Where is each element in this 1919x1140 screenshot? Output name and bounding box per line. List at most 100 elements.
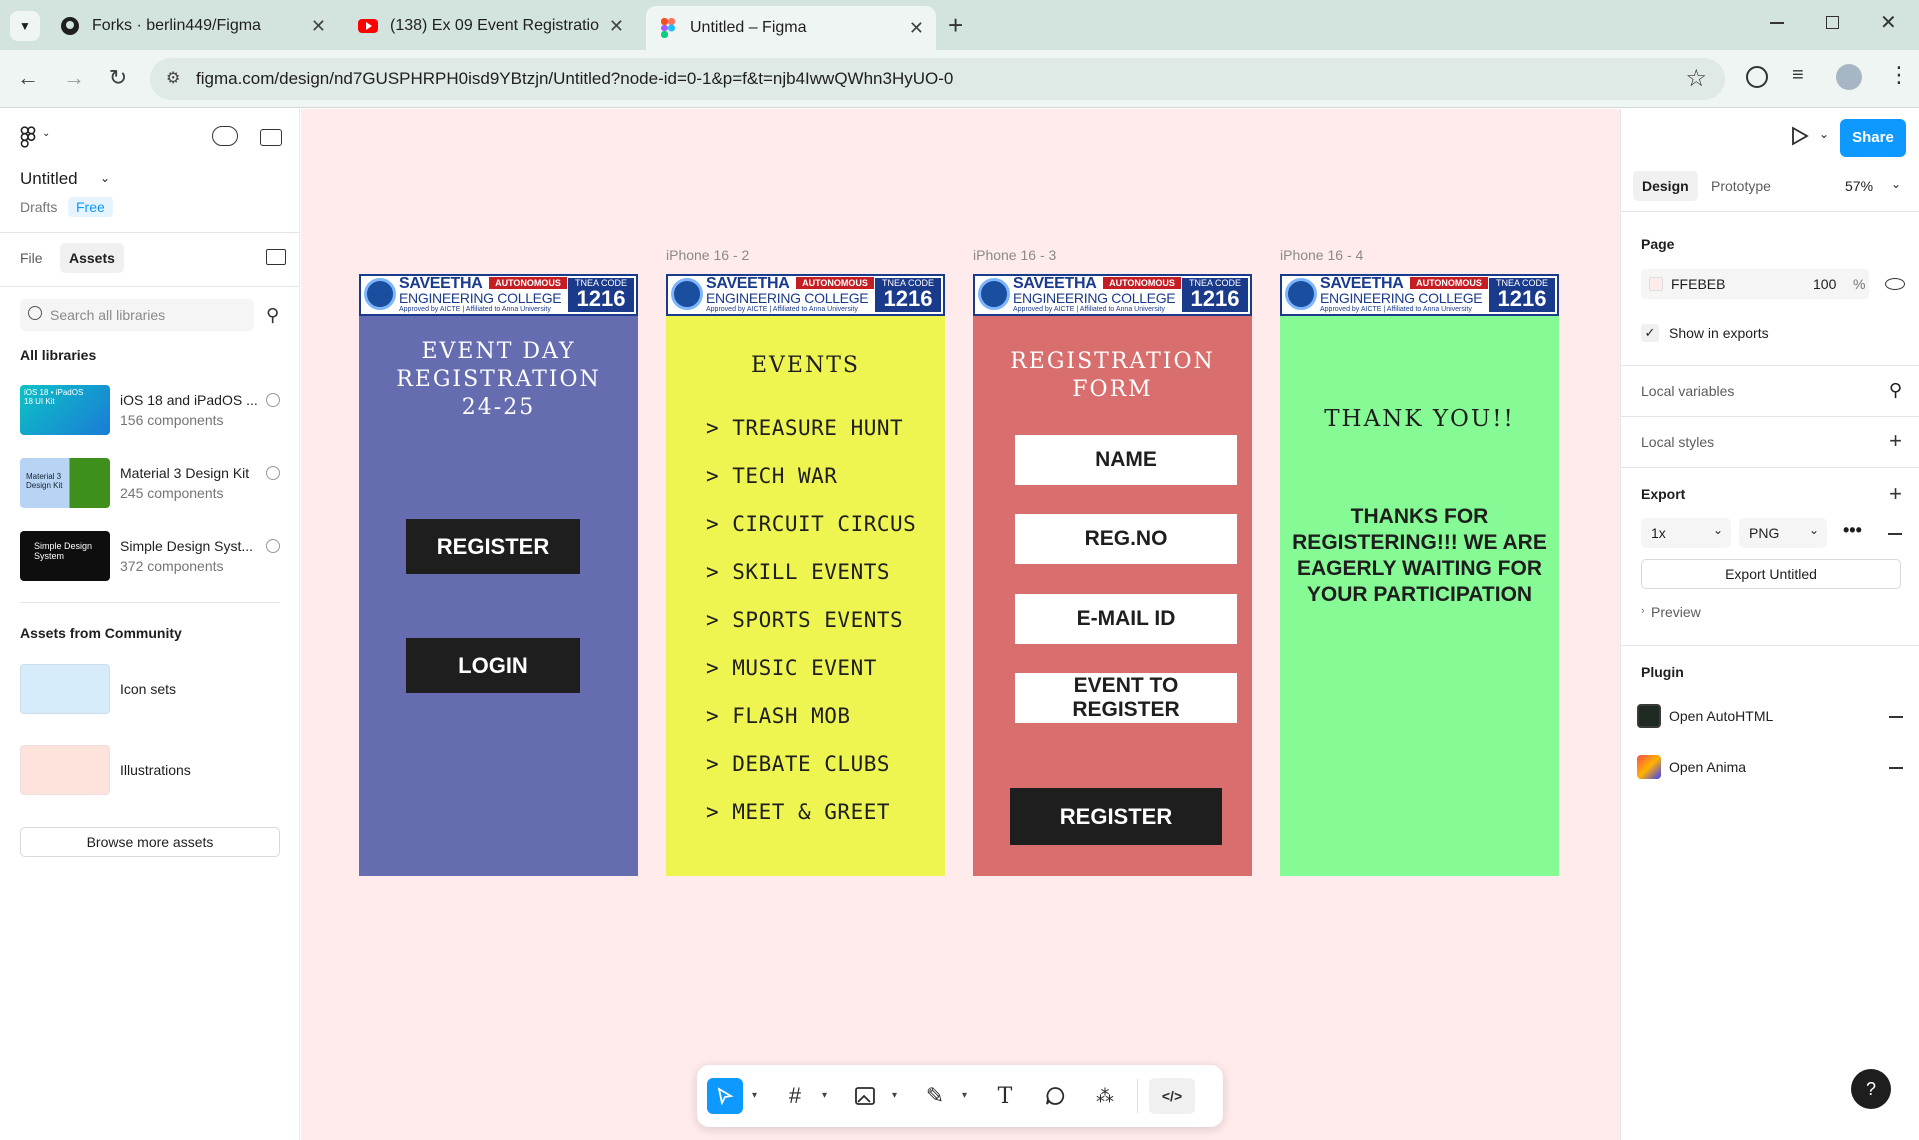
reload-button[interactable]: ↻ xyxy=(104,64,132,92)
register-button[interactable]: REGISTER xyxy=(406,519,580,574)
restore-button[interactable] xyxy=(1826,16,1839,29)
tab-youtube[interactable]: (138) Ex 09 Event Registration D ✕ xyxy=(346,6,636,46)
college-header: SAVEETHA ENGINEERING COLLEGE AUTONOMOUS A… xyxy=(359,274,638,316)
address-bar[interactable]: ⚙ figma.com/design/nd7GUSPHRPH0isd9YBtzj… xyxy=(150,58,1725,100)
share-button[interactable]: Share xyxy=(1840,119,1906,157)
help-button[interactable]: ? xyxy=(1851,1069,1891,1109)
bookmark-star-icon[interactable]: ☆ xyxy=(1685,64,1707,93)
show-in-exports-checkbox[interactable]: ✓ xyxy=(1641,324,1659,342)
page-color-input[interactable]: FFEBEB 100 % xyxy=(1641,269,1869,299)
community-item-icon-sets[interactable]: Icon sets xyxy=(20,664,280,720)
frame-registration-form[interactable]: SAVEETHA ENGINEERING COLLEGE AUTONOMOUS A… xyxy=(973,274,1252,876)
frame-label[interactable]: iPhone 16 - 4 xyxy=(1280,247,1363,263)
plugin-item[interactable]: Open Anima xyxy=(1637,755,1905,781)
pen-tool-button[interactable]: ✎ ▾ xyxy=(917,1078,967,1114)
cloud-offline-icon[interactable] xyxy=(212,126,238,146)
local-variables-section[interactable]: Local variables ⚲ xyxy=(1621,365,1919,416)
library-book-icon[interactable] xyxy=(266,249,286,265)
tab-assets[interactable]: Assets xyxy=(60,243,124,273)
close-tab-icon[interactable]: ✕ xyxy=(311,16,326,37)
actions-tool-button[interactable]: ⁂ xyxy=(1087,1078,1123,1114)
percent-sign: % xyxy=(1853,276,1866,292)
close-tab-icon[interactable]: ✕ xyxy=(909,18,924,39)
approval-text: Approved by AICTE | Affiliated to Anna U… xyxy=(399,306,551,313)
chevron-down-icon[interactable]: ⌄ xyxy=(1891,177,1901,191)
image-tool-button[interactable]: ▾ xyxy=(847,1078,897,1114)
frame-events[interactable]: SAVEETHA ENGINEERING COLLEGE AUTONOMOUS A… xyxy=(666,274,945,876)
tab-github-forks[interactable]: Forks · berlin449/Figma ✕ xyxy=(48,6,338,46)
globe-icon xyxy=(266,466,280,480)
local-styles-section[interactable]: Local styles + xyxy=(1621,416,1919,467)
toggle-sidebar-icon[interactable] xyxy=(260,129,282,146)
export-more-icon[interactable]: ••• xyxy=(1843,520,1862,541)
login-button[interactable]: LOGIN xyxy=(406,638,580,693)
present-play-icon[interactable] xyxy=(1791,126,1809,149)
event-to-register-field[interactable]: EVENT TO REGISTER xyxy=(1015,673,1237,723)
export-button[interactable]: Export Untitled xyxy=(1641,559,1901,589)
frame-label[interactable]: iPhone 16 - 2 xyxy=(666,247,749,263)
tab-file[interactable]: File xyxy=(20,250,43,266)
text-tool-button[interactable]: T xyxy=(987,1078,1023,1114)
event-item: > MEET & GREET xyxy=(706,800,891,824)
tab-design[interactable]: Design xyxy=(1633,171,1698,201)
figma-menu-icon[interactable]: ⌄ xyxy=(20,126,56,150)
color-swatch[interactable] xyxy=(1649,277,1663,291)
profile-avatar[interactable] xyxy=(1836,64,1862,90)
community-item-illustrations[interactable]: Illustrations xyxy=(20,745,280,801)
thumbnail-text: Material 3 Design Kit xyxy=(26,472,63,490)
comment-tool-button[interactable] xyxy=(1037,1078,1073,1114)
autonomous-badge: AUTONOMOUS xyxy=(489,277,567,289)
file-location[interactable]: Drafts xyxy=(20,199,57,215)
remove-plugin-icon[interactable] xyxy=(1889,767,1903,769)
frame-thank-you[interactable]: SAVEETHA ENGINEERING COLLEGE AUTONOMOUS A… xyxy=(1280,274,1559,876)
frame-event-day[interactable]: SAVEETHA ENGINEERING COLLEGE AUTONOMOUS A… xyxy=(359,274,638,876)
site-info-icon[interactable]: ⚙ xyxy=(166,68,180,88)
reg-no-field[interactable]: REG.NO xyxy=(1015,514,1237,564)
tab-prototype[interactable]: Prototype xyxy=(1711,178,1771,194)
visibility-eye-icon[interactable] xyxy=(1885,278,1905,290)
library-item[interactable]: Simple Design System Simple Design Syst.… xyxy=(20,531,280,587)
minimize-button[interactable] xyxy=(1770,22,1784,24)
library-item[interactable]: Material 3 Design Kit Material 3 Design … xyxy=(20,458,280,514)
tab-figma-untitled[interactable]: Untitled – Figma ✕ xyxy=(646,6,936,50)
design-canvas[interactable]: SAVEETHA ENGINEERING COLLEGE AUTONOMOUS A… xyxy=(301,109,1620,1140)
close-window-button[interactable]: ✕ xyxy=(1880,10,1897,35)
library-search-input[interactable]: Search all libraries xyxy=(20,299,254,331)
preview-chevron-icon[interactable]: › xyxy=(1641,605,1645,617)
new-tab-button[interactable]: + xyxy=(948,10,963,41)
chevron-down-icon[interactable]: ⌄ xyxy=(100,171,110,185)
plugin-item[interactable]: Open AutoHTML xyxy=(1637,704,1905,730)
zoom-level[interactable]: 57% xyxy=(1845,178,1873,194)
event-day-title: EVENT DAY REGISTRATION 24-25 xyxy=(396,339,601,420)
chevron-down-icon[interactable]: ⌄ xyxy=(1819,127,1829,141)
file-name[interactable]: Untitled xyxy=(20,169,78,189)
remove-export-icon[interactable] xyxy=(1888,533,1902,535)
media-control-icon[interactable]: ≡ xyxy=(1792,64,1804,87)
plan-badge[interactable]: Free xyxy=(68,197,113,217)
preview-toggle[interactable]: Preview xyxy=(1651,604,1701,620)
remove-plugin-icon[interactable] xyxy=(1889,716,1903,718)
email-field[interactable]: E-MAIL ID xyxy=(1015,594,1237,644)
back-button[interactable]: ← xyxy=(14,64,42,92)
variables-settings-icon[interactable]: ⚲ xyxy=(1889,380,1902,401)
export-format-select[interactable]: PNG ⌄ xyxy=(1739,518,1827,548)
plugin-heading: Plugin xyxy=(1641,664,1684,680)
export-scale-select[interactable]: 1x ⌄ xyxy=(1641,518,1731,548)
dev-mode-button[interactable]: </> xyxy=(1149,1078,1195,1114)
register-button[interactable]: REGISTER xyxy=(1010,788,1222,845)
frame-tool-button[interactable]: # ▾ xyxy=(777,1078,827,1114)
forward-button[interactable]: → xyxy=(60,64,88,92)
move-tool-button[interactable]: ▾ xyxy=(707,1078,757,1114)
tab-search-button[interactable]: ▼ xyxy=(10,11,40,41)
browser-menu-icon[interactable]: ⋮ xyxy=(1888,62,1910,88)
library-item[interactable]: iOS 18 • iPadOS 18 UI Kit iOS 18 and iPa… xyxy=(20,385,280,441)
add-export-icon[interactable]: + xyxy=(1889,483,1902,505)
approval-text: Approved by AICTE | Affiliated to Anna U… xyxy=(1320,306,1472,313)
extension-icon[interactable] xyxy=(1746,66,1768,88)
add-style-icon[interactable]: + xyxy=(1889,430,1902,452)
frame-label[interactable]: iPhone 16 - 3 xyxy=(973,247,1056,263)
filter-icon[interactable]: ⚲ xyxy=(266,305,279,326)
close-tab-icon[interactable]: ✕ xyxy=(609,16,624,37)
browse-more-assets-button[interactable]: Browse more assets xyxy=(20,827,280,857)
name-field[interactable]: NAME xyxy=(1015,435,1237,485)
